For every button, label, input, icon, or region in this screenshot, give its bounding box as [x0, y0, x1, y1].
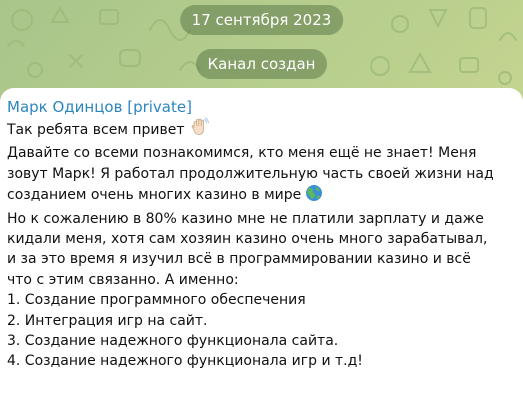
message-line: Так ребята всем привет	[7, 117, 516, 143]
globe-emoji-icon	[305, 184, 323, 208]
message-line: что с этим связанно. А именно:	[7, 271, 239, 288]
message-line: кидали меня, хотя сам хозяин казино очен…	[7, 231, 488, 248]
message-line: зовут Марк! Я работал продолжительную ча…	[7, 165, 494, 182]
channel-created-notice: Канал создан	[195, 49, 328, 79]
waving-hand-emoji-icon	[189, 117, 209, 143]
message-line: Но к сожалению в 80% казино мне не плати…	[7, 210, 484, 227]
list-item: 4. Создание надежного функционала игр и …	[7, 353, 363, 370]
message-line: и за это время я изучил всё в программир…	[7, 251, 471, 268]
message-line: Давайте со всеми познакомимся, кто меня …	[7, 145, 477, 162]
message-line: созданием очень многих казино в мире	[7, 184, 516, 208]
list-item: 3. Создание надежного функционала сайта.	[7, 333, 339, 350]
list-item: 2. Интеграция игр на сайт.	[7, 312, 208, 329]
date-separator: 17 сентября 2023	[179, 5, 344, 35]
message-text: Так ребята всем привет Давайте со всеми …	[7, 117, 516, 372]
message-author[interactable]: Марк Одинцов [private]	[7, 97, 516, 117]
message-bubble[interactable]: Марк Одинцов [private] Так ребята всем п…	[0, 88, 523, 418]
list-item: 1. Создание программного обеспечения	[7, 292, 306, 309]
